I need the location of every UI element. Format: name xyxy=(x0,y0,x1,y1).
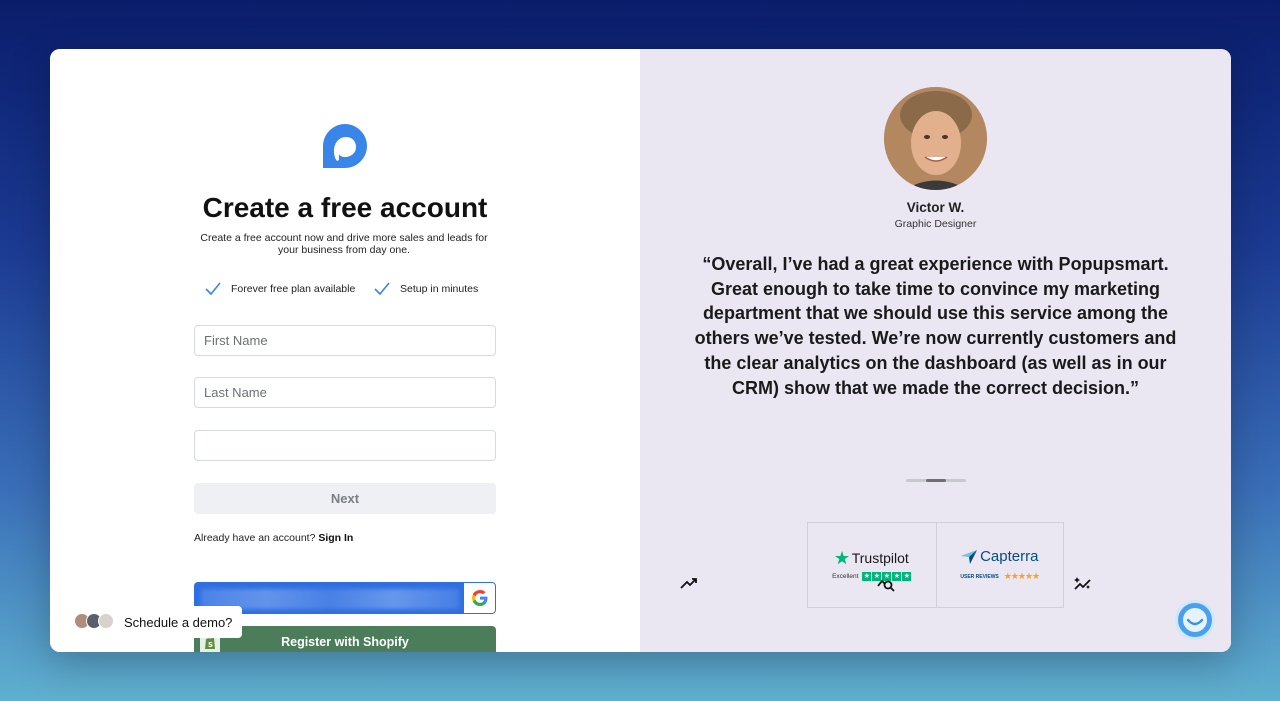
email-input[interactable] xyxy=(194,430,496,461)
capterra-sub: USER REVIEWS xyxy=(960,573,999,580)
reviewer-name: Victor W. xyxy=(906,200,965,215)
signup-panel: Create a free account Create a free acco… xyxy=(50,49,640,652)
capterra-arrow-icon xyxy=(961,549,978,564)
capterra-name: Capterra xyxy=(980,548,1039,565)
analytics-search-icon xyxy=(877,579,895,592)
next-button[interactable]: Next xyxy=(194,483,496,514)
google-icon-box xyxy=(464,583,495,613)
testimonial-panel: Victor W. Graphic Designer “Overall, I’v… xyxy=(640,49,1231,652)
trustpilot-rating: Excellent xyxy=(832,572,859,580)
already-account-text: Already have an account? xyxy=(194,532,316,544)
trustpilot-name: Trustpilot xyxy=(851,549,909,566)
avatar xyxy=(98,613,114,629)
chat-widget-icon xyxy=(1183,608,1207,632)
first-name-input[interactable] xyxy=(194,325,496,356)
review-badges: Trustpilot Excellent ★ ★ ★ ★ ★ Capterra USER… xyxy=(807,522,1064,608)
capterra-stars-icon: ★★★★★ xyxy=(1003,571,1040,581)
reviewer-role: Graphic Designer xyxy=(894,218,977,230)
feature-setup: Setup in minutes xyxy=(374,282,478,296)
testimonial-quote: “Overall, I’ve had a great experience wi… xyxy=(694,254,1177,398)
sign-in-link[interactable]: Sign In xyxy=(318,532,353,544)
capterra-badge[interactable]: Capterra USER REVIEWS ★★★★★ xyxy=(935,523,1063,607)
reviewer-avatar xyxy=(884,87,987,190)
feature-free-plan: Forever free plan available xyxy=(205,282,355,296)
signup-card: Create a free account Create a free acco… xyxy=(50,49,1231,652)
trustpilot-star-icon xyxy=(834,550,849,564)
check-icon xyxy=(374,282,390,296)
trend-up-icon xyxy=(680,578,697,589)
feature-label: Forever free plan available xyxy=(231,283,356,295)
page-title: Create a free account xyxy=(202,192,488,223)
chat-widget-button[interactable] xyxy=(1175,600,1215,640)
team-avatars xyxy=(74,613,116,631)
page-subtitle: Create a free account now and drive more… xyxy=(200,232,488,256)
sparkle-chart-icon xyxy=(1074,577,1091,590)
popupsmart-logo-icon xyxy=(323,124,367,168)
feature-label: Setup in minutes xyxy=(400,283,479,295)
last-name-input[interactable] xyxy=(194,377,496,408)
schedule-demo-label: Schedule a demo? xyxy=(124,614,233,630)
slider-active-dot xyxy=(926,479,946,482)
check-icon xyxy=(205,282,221,296)
already-account-row: Already have an account? Sign In xyxy=(194,532,353,544)
svg-text:S: S xyxy=(208,641,213,649)
schedule-demo-widget[interactable]: Schedule a demo? xyxy=(70,606,242,638)
trustpilot-badge[interactable]: Trustpilot Excellent ★ ★ ★ ★ ★ xyxy=(808,523,936,607)
google-icon xyxy=(471,590,487,606)
testimonial-slider-indicator[interactable] xyxy=(906,479,966,482)
